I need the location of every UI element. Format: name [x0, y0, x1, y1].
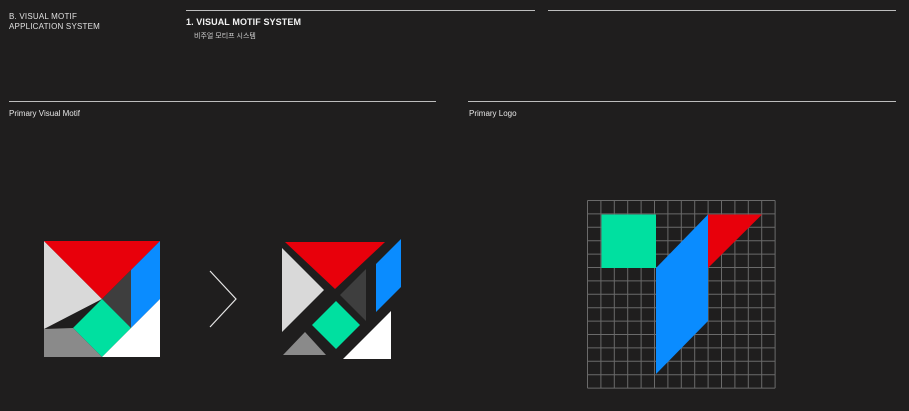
motif-exploded: [282, 239, 401, 359]
header-rule-center: [186, 10, 535, 11]
section-code-line2: APPLICATION SYSTEM: [9, 22, 101, 31]
chevron-right-icon: [209, 270, 237, 328]
logo-green-square: [601, 214, 656, 268]
section-code-line1: B. VISUAL MOTIF: [9, 12, 78, 21]
header-rule-right: [548, 10, 896, 11]
right-section-rule: [468, 101, 896, 102]
page-subtitle: 비주얼 모티프 시스템: [194, 33, 256, 40]
primary-logo: [587, 200, 776, 389]
primary-logo-label: Primary Logo: [469, 109, 517, 118]
motif-exploded-blue-parallelogram: [376, 239, 401, 312]
motif-assembled: [44, 241, 160, 357]
section-code: B. VISUAL MOTIF APPLICATION SYSTEM: [9, 12, 100, 32]
motif-exploded-mid-gray-triangle: [283, 332, 326, 355]
motif-exploded-green-square: [312, 301, 360, 349]
left-section-rule: [9, 101, 436, 102]
primary-visual-motif-label: Primary Visual Motif: [9, 109, 80, 118]
logo-blue-parallelogram: [656, 214, 708, 374]
page-title: 1. VISUAL MOTIF SYSTEM: [186, 17, 302, 27]
